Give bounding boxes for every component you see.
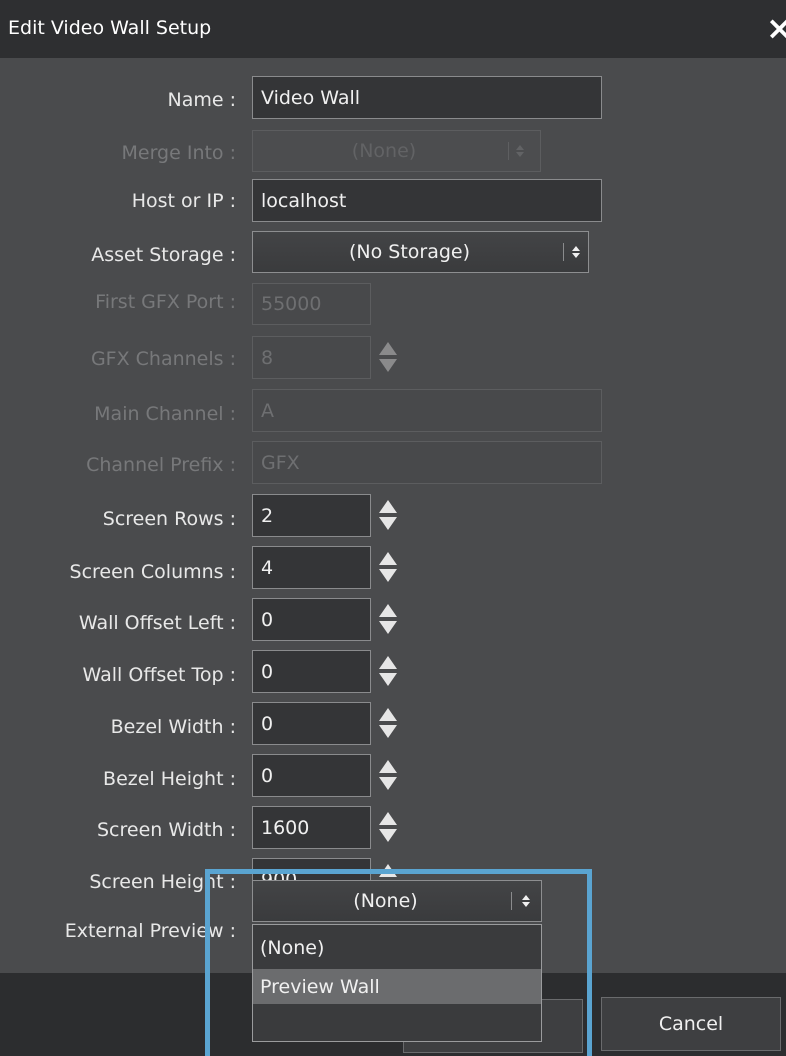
bezel-height-input[interactable]: 0 (252, 754, 371, 797)
spinner-arrows-icon[interactable] (377, 809, 399, 845)
spinner-arrows-icon[interactable] (377, 653, 399, 689)
name-label: Name : (167, 89, 237, 111)
screen-rows-label: Screen Rows : (102, 508, 236, 530)
merge-into-select: (None) (252, 130, 541, 172)
title-bar: Edit Video Wall Setup × (0, 0, 786, 58)
screen-columns-input[interactable]: 4 (252, 546, 371, 589)
merge-into-value: (None) (351, 140, 417, 162)
asset-storage-select[interactable]: (No Storage) (252, 231, 589, 273)
window-title: Edit Video Wall Setup (8, 17, 212, 39)
chevron-updown-icon (512, 131, 528, 171)
first-gfx-port-input: 55000 (252, 283, 371, 325)
close-icon[interactable]: × (766, 10, 786, 46)
channel-prefix-label: Channel Prefix : (86, 454, 236, 476)
gfx-channels-label: GFX Channels : (90, 348, 236, 370)
highlight-box (205, 869, 592, 1056)
name-input[interactable]: Video Wall (252, 76, 602, 119)
spinner-arrows-icon (377, 339, 399, 375)
spinner-arrows-icon[interactable] (377, 497, 399, 533)
gfx-channels-input: 8 (252, 336, 371, 379)
spinner-arrows-icon[interactable] (377, 601, 399, 637)
screen-width-input[interactable]: 1600 (252, 806, 371, 849)
wall-offset-left-label: Wall Offset Left : (78, 612, 236, 634)
chevron-updown-icon[interactable] (568, 232, 584, 272)
main-channel-input: A (252, 389, 602, 432)
spinner-arrows-icon[interactable] (377, 549, 399, 585)
main-channel-label: Main Channel : (94, 403, 236, 425)
wall-offset-top-label: Wall Offset Top : (82, 664, 236, 686)
first-gfx-port-label: First GFX Port : (95, 291, 236, 313)
screen-columns-label: Screen Columns : (69, 561, 236, 583)
host-input[interactable]: localhost (252, 179, 602, 222)
wall-offset-top-input[interactable]: 0 (252, 650, 371, 693)
channel-prefix-input: GFX (252, 441, 602, 484)
merge-into-label: Merge Into : (121, 142, 236, 164)
cancel-button[interactable]: Cancel (601, 997, 781, 1051)
spinner-arrows-icon[interactable] (377, 757, 399, 793)
asset-storage-label: Asset Storage : (91, 244, 236, 266)
screen-width-label: Screen Width : (96, 819, 236, 841)
wall-offset-left-input[interactable]: 0 (252, 598, 371, 641)
bezel-width-label: Bezel Width : (110, 716, 236, 738)
asset-storage-value: (No Storage) (348, 241, 471, 263)
screen-rows-input[interactable]: 2 (252, 494, 371, 537)
bezel-height-label: Bezel Height : (103, 768, 236, 790)
bezel-width-input[interactable]: 0 (252, 702, 371, 745)
host-label: Host or IP : (131, 190, 236, 212)
spinner-arrows-icon[interactable] (377, 705, 399, 741)
